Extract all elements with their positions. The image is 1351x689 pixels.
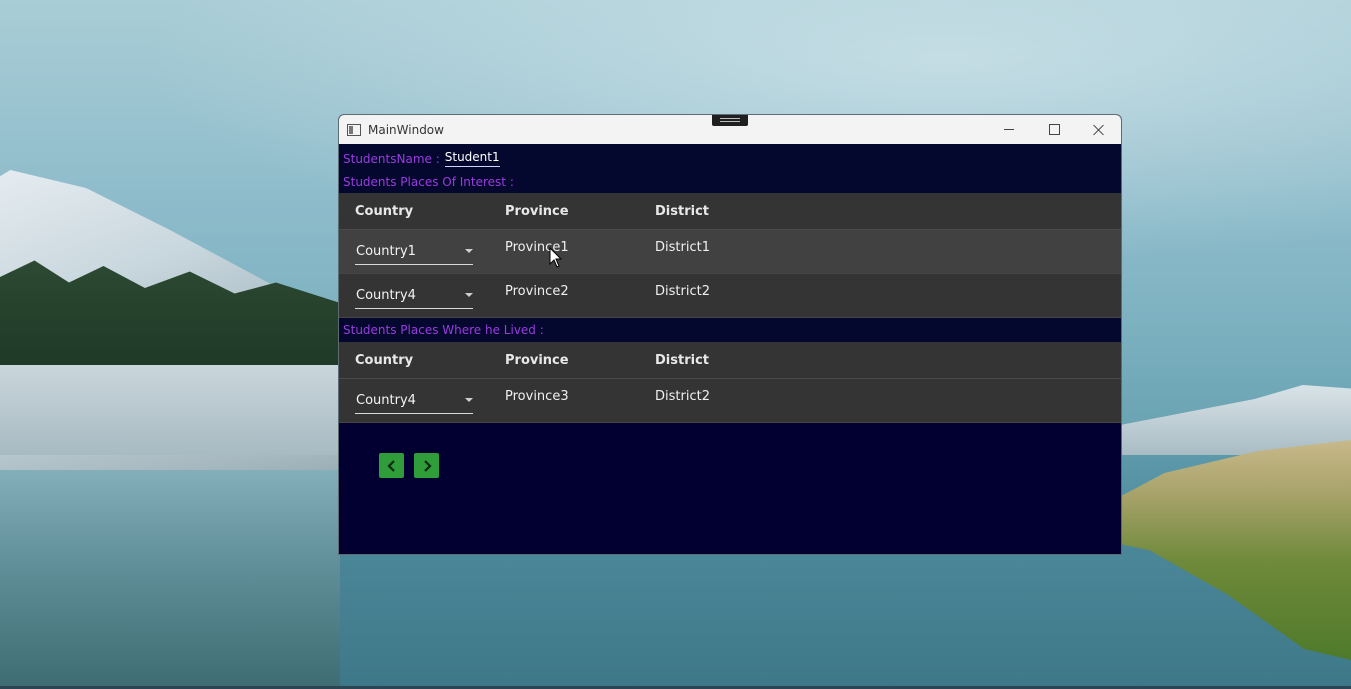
district-cell[interactable]: District2 (655, 389, 710, 404)
column-header-country[interactable]: Country (355, 353, 413, 368)
country-select[interactable]: Country4 (355, 284, 473, 309)
close-button[interactable] (1076, 115, 1121, 144)
chevron-left-icon (386, 459, 395, 472)
lived-section-label: Students Places Where he Lived : (343, 323, 544, 337)
province-cell[interactable]: Province2 (505, 284, 569, 299)
student-name-field[interactable]: Student1 (444, 150, 500, 167)
maximize-icon (1048, 124, 1060, 135)
chevron-down-icon (465, 249, 473, 253)
table-row[interactable]: Country4 Province3 District2 (339, 379, 1121, 423)
mouse-pointer-icon (549, 246, 563, 268)
table-row[interactable]: Country4 Province2 District2 (339, 274, 1121, 318)
minimize-button[interactable] (986, 115, 1032, 144)
table-row[interactable]: Country1 Province1 District1 (339, 230, 1121, 274)
interest-grid: Country Province District Country1 Provi… (339, 193, 1121, 318)
country-select[interactable]: Country4 (355, 389, 473, 414)
next-button[interactable] (414, 453, 439, 478)
close-icon (1093, 124, 1105, 136)
column-header-country[interactable]: Country (355, 204, 413, 219)
interest-section-label: Students Places Of Interest : (343, 175, 514, 189)
country-select-value: Country1 (356, 244, 416, 259)
column-header-district[interactable]: District (655, 204, 709, 219)
lived-grid: Country Province District Country4 Provi… (339, 342, 1121, 423)
lake-reflection (0, 455, 340, 689)
maximize-button[interactable] (1031, 115, 1077, 144)
country-select-value: Country4 (356, 288, 416, 303)
previous-button[interactable] (379, 453, 404, 478)
minimize-icon (1004, 129, 1014, 130)
student-header: StudentsName : Student1 Students Places … (339, 144, 1121, 193)
interest-grid-header: Country Province District (339, 193, 1121, 230)
country-select[interactable]: Country1 (355, 240, 473, 265)
column-header-province[interactable]: Province (505, 353, 569, 368)
column-header-district[interactable]: District (655, 353, 709, 368)
district-cell[interactable]: District2 (655, 284, 710, 299)
main-window: MainWindow StudentsName : Student1 Stude… (338, 114, 1122, 555)
app-window-icon (347, 123, 361, 136)
student-name-row: StudentsName : Student1 (343, 150, 500, 167)
title-bar[interactable]: MainWindow (339, 115, 1121, 144)
lived-grid-header: Country Province District (339, 342, 1121, 379)
lived-section-header: Students Places Where he Lived : (339, 318, 1121, 342)
window-title: MainWindow (368, 122, 444, 137)
chevron-down-icon (465, 398, 473, 402)
district-cell[interactable]: District1 (655, 240, 710, 255)
window-content: StudentsName : Student1 Students Places … (339, 144, 1121, 554)
chevron-right-icon (423, 459, 432, 472)
student-name-label: StudentsName : (343, 151, 440, 166)
snap-grip-handle[interactable] (712, 115, 748, 126)
column-header-province[interactable]: Province (505, 204, 569, 219)
chevron-down-icon (465, 293, 473, 297)
country-select-value: Country4 (356, 393, 416, 408)
province-cell[interactable]: Province3 (505, 389, 569, 404)
